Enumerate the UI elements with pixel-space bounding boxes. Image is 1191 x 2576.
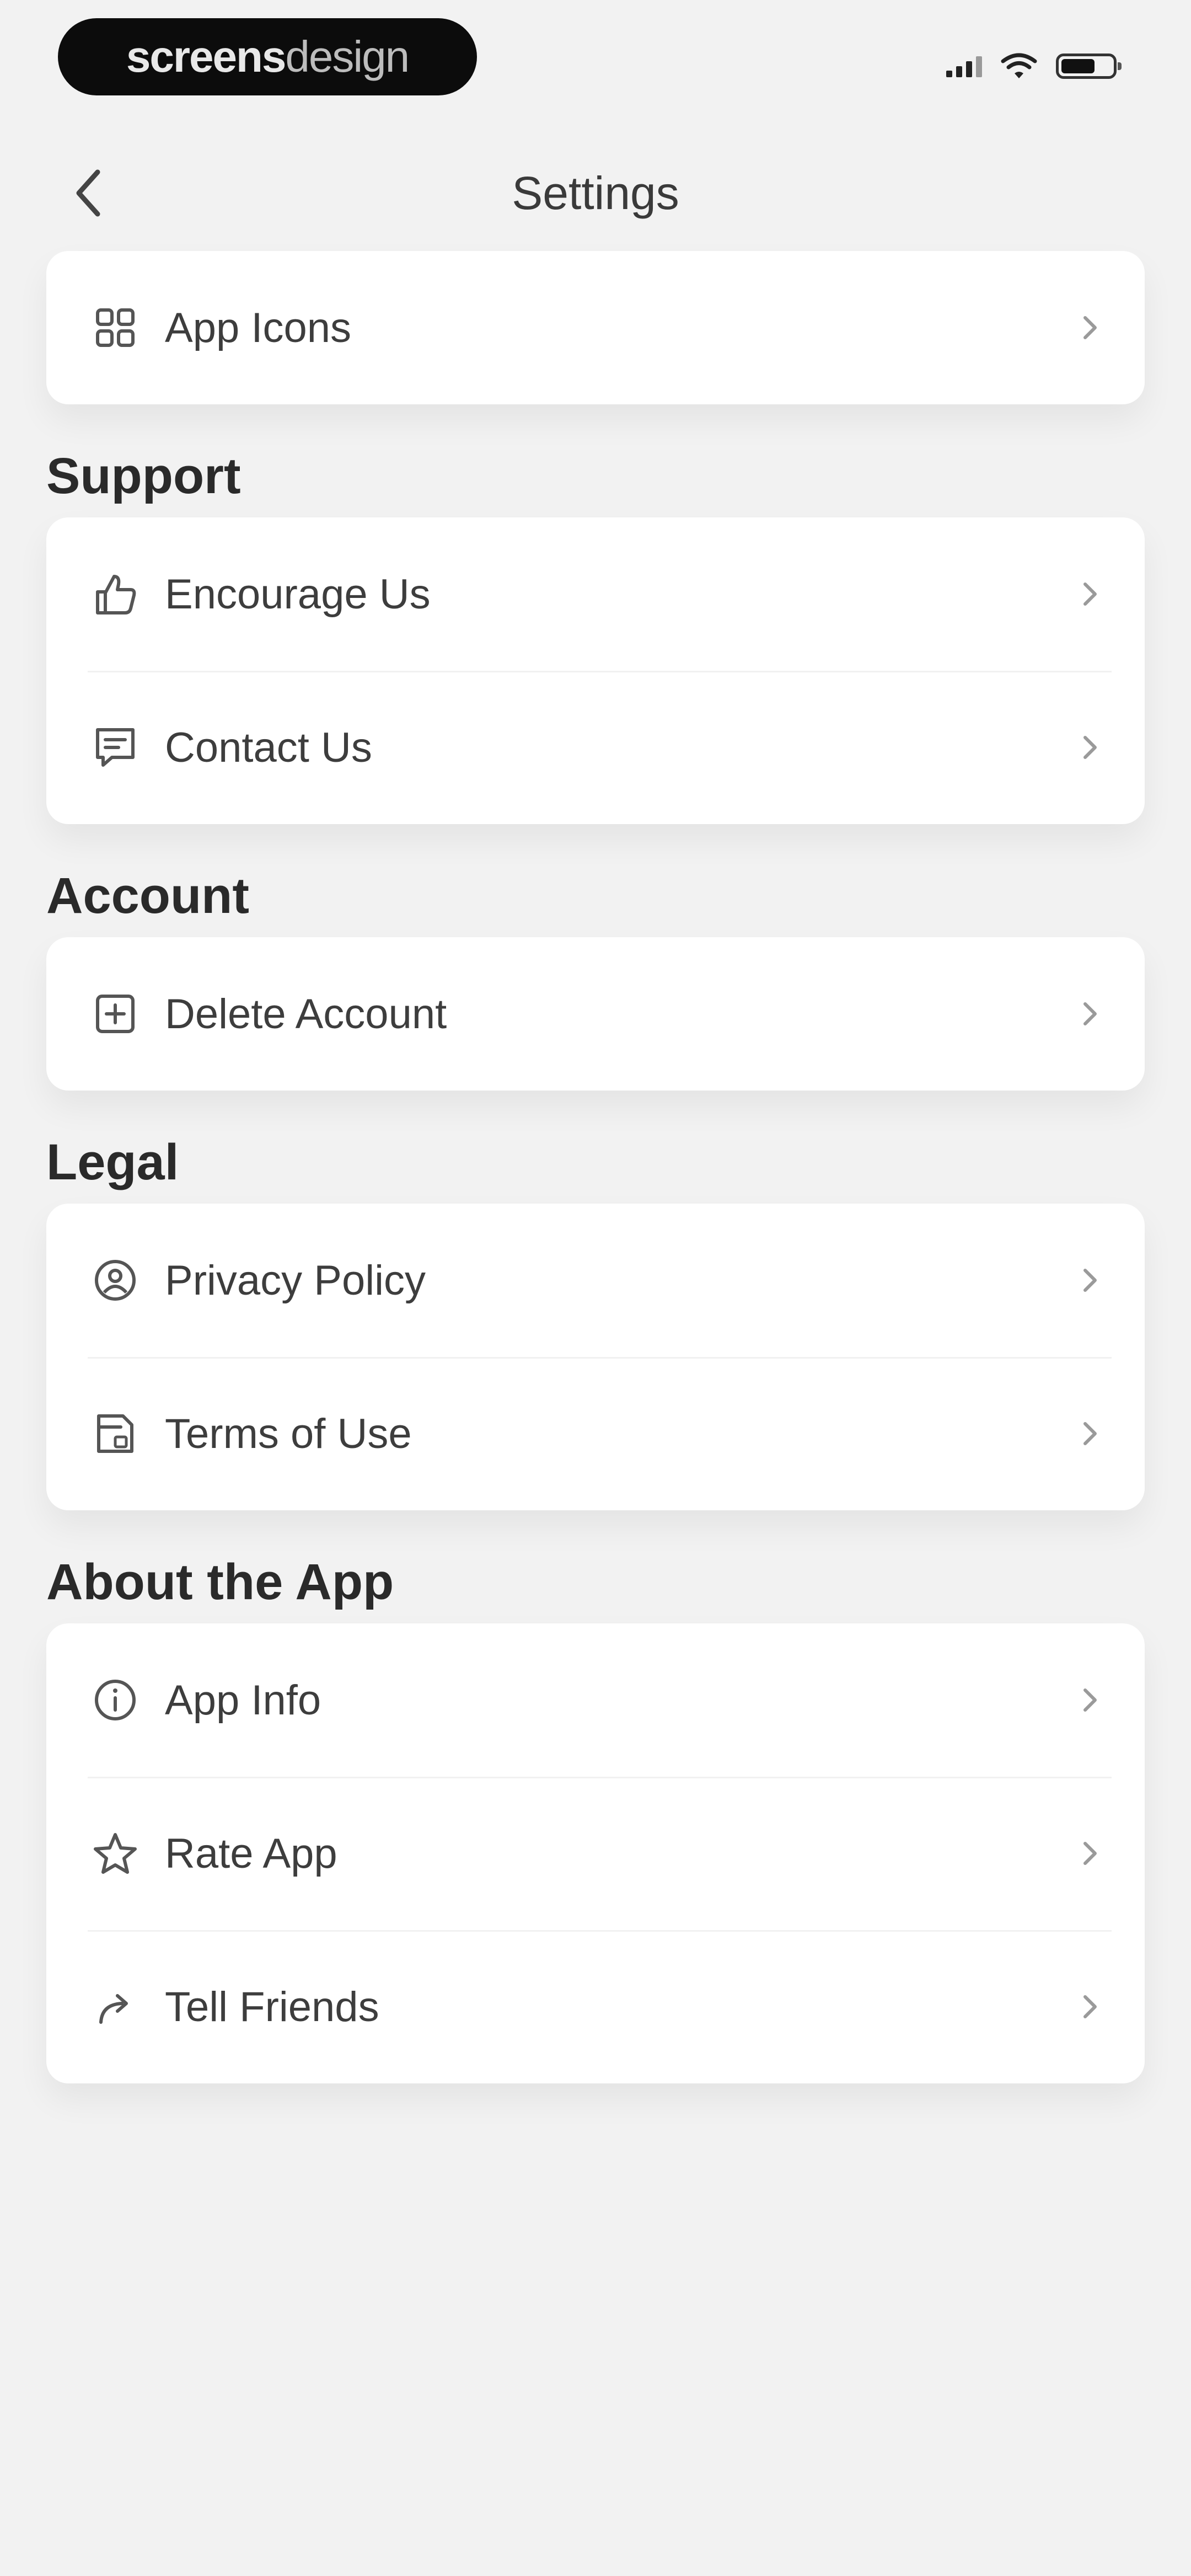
wifi-icon <box>1001 53 1037 78</box>
app-grid-icon <box>88 300 143 355</box>
chevron-right-icon <box>1067 572 1112 616</box>
section-title-account: Account <box>46 868 249 924</box>
row-terms-of-use[interactable]: Terms of Use <box>46 1357 1145 1510</box>
row-label: App Info <box>165 1676 321 1724</box>
row-label: Tell Friends <box>165 1983 379 2030</box>
row-tell-friends[interactable]: Tell Friends <box>46 1930 1145 2083</box>
section-title-about: About the App <box>46 1554 394 1610</box>
row-label: Terms of Use <box>165 1410 412 1457</box>
section-title-legal: Legal <box>46 1134 179 1190</box>
info-icon <box>88 1672 143 1728</box>
row-label: Contact Us <box>165 724 372 771</box>
chevron-right-icon <box>1067 1678 1112 1722</box>
message-icon <box>88 720 143 775</box>
chevron-right-icon <box>1067 1258 1112 1302</box>
row-delete-account[interactable]: Delete Account <box>46 937 1145 1091</box>
chevron-right-icon <box>1067 1831 1112 1875</box>
battery-icon <box>1056 54 1122 79</box>
chevron-right-icon <box>1067 992 1112 1036</box>
brand-logo: screens design <box>58 18 477 95</box>
chevron-right-icon <box>1067 725 1112 769</box>
row-app-icons[interactable]: App Icons <box>46 251 1145 404</box>
card-account: Delete Account <box>46 937 1145 1091</box>
row-label: App Icons <box>165 304 351 351</box>
status-bar: screens design <box>0 0 1191 121</box>
cellular-signal-icon <box>946 55 982 77</box>
card-legal: Privacy Policy Terms of Use <box>46 1204 1145 1510</box>
row-privacy-policy[interactable]: Privacy Policy <box>46 1204 1145 1357</box>
document-icon <box>88 1406 143 1461</box>
privacy-shield-icon <box>88 1253 143 1308</box>
brand-logo-light: design <box>285 32 410 81</box>
row-contact-us[interactable]: Contact Us <box>46 671 1145 824</box>
star-icon <box>88 1826 143 1881</box>
row-label: Rate App <box>165 1830 337 1877</box>
chevron-right-icon <box>1067 1412 1112 1456</box>
card-appearance: App Icons <box>46 251 1145 404</box>
card-support: Encourage Us Contact Us <box>46 517 1145 824</box>
section-title-support: Support <box>46 448 241 504</box>
settings-list: App Icons Support Encourage Us Contact U… <box>46 251 1145 2083</box>
row-rate-app[interactable]: Rate App <box>46 1777 1145 1930</box>
row-app-info[interactable]: App Info <box>46 1623 1145 1777</box>
card-about: App Info Rate App Tell Friends <box>46 1623 1145 2083</box>
page-title: Settings <box>512 167 679 219</box>
chevron-right-icon <box>1067 306 1112 350</box>
delete-account-icon <box>88 986 143 1041</box>
thumbs-up-icon <box>88 566 143 622</box>
chevron-right-icon <box>1067 1985 1112 2029</box>
brand-logo-bold: screens <box>126 32 286 81</box>
share-arrow-icon <box>88 1979 143 2034</box>
status-icons <box>946 52 1122 80</box>
row-label: Delete Account <box>165 990 447 1038</box>
row-encourage-us[interactable]: Encourage Us <box>46 517 1145 671</box>
row-label: Encourage Us <box>165 570 431 618</box>
row-label: Privacy Policy <box>165 1257 426 1304</box>
navigation-bar: Settings <box>0 143 1191 243</box>
